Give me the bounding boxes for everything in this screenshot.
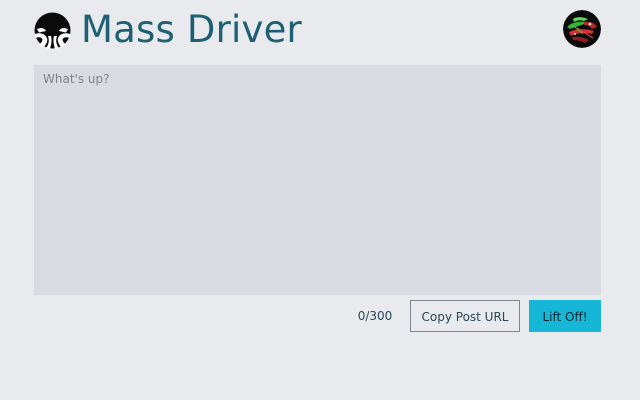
app-header: Mass Driver: [34, 8, 601, 52]
post-composer-input[interactable]: [34, 65, 601, 295]
mass-driver-logo-icon: [34, 12, 71, 49]
app-title: Mass Driver: [81, 8, 302, 51]
character-counter: 0/300: [357, 309, 393, 323]
lift-off-button[interactable]: Lift Off!: [529, 300, 601, 332]
user-avatar[interactable]: [563, 10, 601, 48]
copy-post-url-button[interactable]: Copy Post URL: [410, 300, 520, 332]
